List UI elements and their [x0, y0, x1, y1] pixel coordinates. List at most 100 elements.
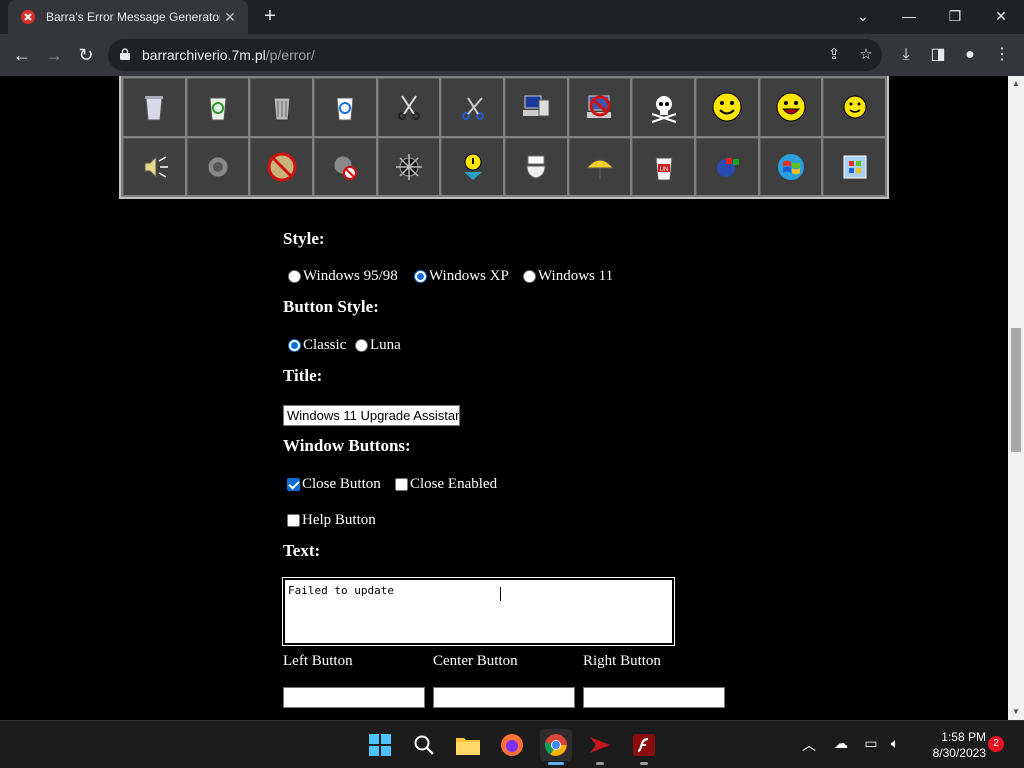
checkbox-help-button[interactable] [287, 514, 300, 527]
back-arrow-icon[interactable]: ← [8, 41, 36, 69]
title-heading: Title: [283, 366, 323, 385]
icon-choice[interactable] [314, 78, 376, 136]
icon-choice[interactable] [632, 78, 694, 136]
style-option-label: Windows 11 [538, 268, 614, 284]
icon-choice[interactable] [696, 78, 758, 136]
page-scrollbar[interactable]: ▲ ▼ [1008, 76, 1024, 720]
umbrella-icon [585, 159, 615, 179]
address-bar[interactable]: barrarchiverio.7m.pl/p/error/ ⇪ ☆ [108, 39, 882, 71]
scroll-up-icon[interactable]: ▲ [1008, 76, 1024, 92]
style-option-winxp[interactable]: Windows XP [414, 268, 509, 285]
icon-choice[interactable] [377, 137, 440, 195]
volume-icon[interactable]: 🔈︎ [884, 735, 906, 752]
style-option-win11[interactable]: Windows 11 [523, 268, 613, 285]
search-button[interactable] [408, 729, 440, 761]
scroll-thumb[interactable] [1011, 328, 1021, 452]
red-arrow-app-icon [590, 737, 610, 753]
icon-choice[interactable] [377, 78, 440, 136]
folder-icon [456, 738, 480, 755]
button-style-label: Luna [370, 337, 401, 353]
restore-icon[interactable]: ❐ [935, 4, 975, 28]
flash-app-button[interactable] [628, 729, 660, 765]
icon-choice[interactable] [441, 78, 503, 136]
app-red-arrow-button[interactable] [584, 729, 616, 765]
uninstall-bin-icon: UN [655, 157, 673, 181]
radio-luna[interactable] [355, 339, 368, 352]
close-button-option[interactable]: Close Button [287, 476, 381, 493]
tray-overflow-chevron-icon[interactable]: ︿ [798, 735, 820, 755]
icon-choice[interactable] [250, 78, 312, 136]
icon-choice[interactable] [505, 78, 567, 136]
radio-win95[interactable] [288, 270, 301, 283]
taskbar-clock[interactable]: 1:58 PM 8/30/2023 [916, 729, 986, 761]
message-textarea[interactable]: Failed to update [282, 577, 675, 646]
help-button-option[interactable]: Help Button [287, 512, 376, 529]
icon-choice[interactable] [123, 137, 185, 195]
side-panel-icon[interactable]: ◨ [927, 44, 949, 66]
firefox-button[interactable] [496, 729, 528, 761]
checkbox-close-button[interactable] [287, 478, 300, 491]
profile-avatar-icon[interactable]: ● [959, 44, 981, 66]
left-button-input[interactable] [283, 687, 425, 708]
windows-taskbar: ︿ ☁ ▭ 🔈︎ 1:58 PM 8/30/2023 [0, 720, 1024, 768]
download-icon[interactable]: ⤓ [895, 44, 917, 66]
url-text: barrarchiverio.7m.pl/p/error/ [142, 47, 315, 63]
icon-choice[interactable] [759, 78, 822, 136]
tab-close-icon[interactable]: ✕ [220, 9, 240, 26]
style-option-label: Windows 95/98 [303, 268, 398, 284]
style-option-win95[interactable]: Windows 95/98 [288, 268, 398, 285]
url-path: /p/error/ [265, 47, 315, 63]
icon-choice[interactable] [250, 137, 312, 195]
icon-choice[interactable] [314, 137, 376, 195]
icon-picker-grid: UN [119, 76, 889, 199]
title-input[interactable]: Windows 11 Upgrade Assistant [283, 405, 460, 426]
bookmark-star-icon[interactable]: ☆ [856, 45, 876, 65]
browser-tab[interactable]: Barra's Error Message Generator ✕ [8, 0, 248, 34]
checkbox-close-enabled[interactable] [395, 478, 408, 491]
reload-icon[interactable]: ↻ [72, 41, 100, 69]
icon-choice[interactable] [186, 78, 249, 136]
menu-kebab-icon[interactable]: ⋮ [991, 44, 1013, 66]
info-download-icon [463, 153, 482, 180]
button-style-luna[interactable]: Luna [355, 337, 401, 354]
close-enabled-option[interactable]: Close Enabled [395, 476, 497, 493]
icon-choice[interactable] [186, 137, 249, 195]
forward-arrow-icon[interactable]: → [40, 41, 68, 69]
onedrive-icon[interactable]: ☁ [830, 735, 852, 752]
icon-choice[interactable] [123, 78, 185, 136]
text-cursor-icon [500, 587, 502, 601]
smiley-small-icon [843, 95, 867, 119]
icon-choice[interactable] [568, 137, 631, 195]
chrome-button[interactable] [540, 729, 572, 765]
right-button-input[interactable] [583, 687, 725, 708]
notification-badge[interactable]: 2 [988, 736, 1004, 752]
style-option-label: Windows XP [429, 268, 509, 284]
icon-choice[interactable] [696, 137, 758, 195]
center-button-input[interactable] [433, 687, 575, 708]
radio-classic[interactable] [288, 339, 301, 352]
style-heading: Style: [283, 229, 325, 248]
radio-win11[interactable] [523, 270, 536, 283]
icon-choice[interactable] [505, 137, 567, 195]
share-icon[interactable]: ⇪ [824, 45, 844, 65]
network-icon[interactable]: ▭ [860, 735, 882, 752]
icon-choice[interactable] [823, 137, 885, 195]
icon-choice[interactable] [823, 78, 885, 136]
smiley-grin-icon [776, 92, 806, 122]
radio-winxp[interactable] [414, 270, 427, 283]
tab-search-chevron-icon[interactable]: ⌄ [843, 4, 883, 28]
new-tab-button[interactable]: + [259, 6, 281, 28]
icon-choice[interactable] [759, 137, 822, 195]
scroll-down-icon[interactable]: ▼ [1008, 704, 1024, 720]
icon-choice[interactable] [441, 137, 503, 195]
start-button[interactable] [364, 729, 396, 761]
minimize-icon[interactable]: — [889, 4, 929, 28]
file-explorer-button[interactable] [452, 729, 484, 761]
icon-choice[interactable] [568, 78, 631, 136]
window-buttons-heading: Window Buttons: [283, 436, 411, 455]
smiley-yellow-icon [712, 92, 742, 122]
svg-text:UN: UN [659, 167, 668, 173]
close-window-icon[interactable]: ✕ [981, 4, 1021, 28]
button-style-classic[interactable]: Classic [288, 337, 346, 354]
icon-choice[interactable]: UN [632, 137, 694, 195]
